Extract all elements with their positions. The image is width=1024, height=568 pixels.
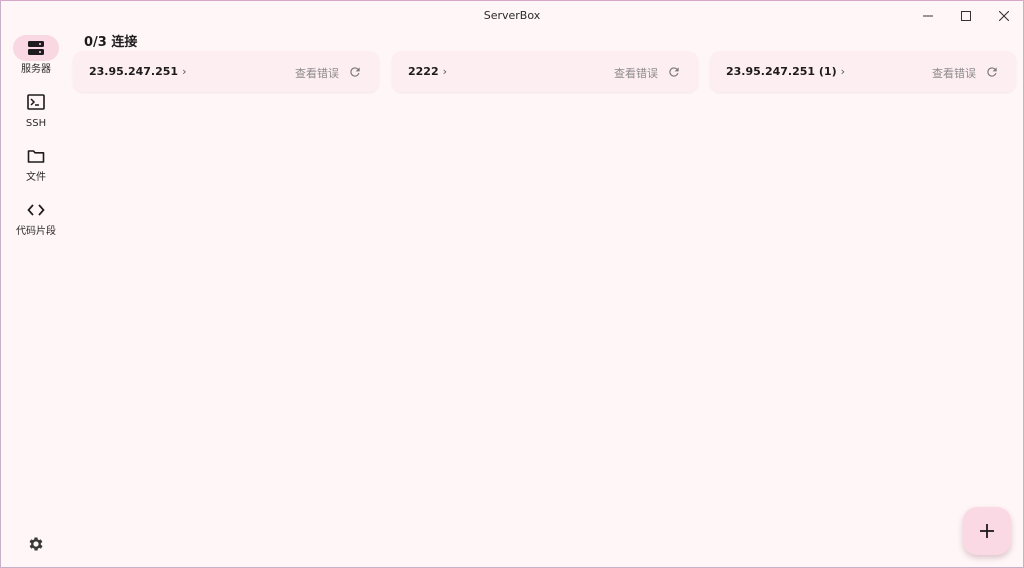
refresh-button[interactable] — [666, 64, 682, 80]
close-button[interactable] — [985, 1, 1023, 31]
refresh-icon — [987, 67, 997, 77]
server-name-link[interactable]: 23.95.247.251 › — [89, 65, 186, 78]
chevron-right-icon: › — [840, 65, 846, 78]
chevron-right-icon: › — [442, 65, 448, 78]
nav-label-servers: 服务器 — [21, 64, 51, 75]
maximize-icon — [961, 11, 971, 21]
server-card[interactable]: 23.95.247.251 (1) › 查看错误 — [710, 51, 1016, 92]
view-error-link[interactable]: 查看错误 — [295, 65, 339, 81]
refresh-icon — [350, 67, 360, 77]
folder-icon — [13, 143, 59, 169]
gear-icon — [29, 537, 43, 551]
code-icon — [13, 197, 59, 223]
settings-button[interactable] — [23, 531, 49, 557]
plus-icon — [980, 524, 994, 538]
nav-label-files: 文件 — [26, 172, 46, 183]
nav-item-servers[interactable]: 服务器 — [1, 35, 71, 85]
refresh-button[interactable] — [347, 64, 363, 80]
nav-item-snippets[interactable]: 代码片段 — [1, 197, 71, 247]
add-server-button[interactable] — [963, 507, 1011, 555]
nav-label-snippets: 代码片段 — [16, 226, 56, 237]
chevron-right-icon: › — [182, 65, 187, 78]
navigation-rail: 服务器 SSH 文件 代码片段 — [1, 31, 71, 568]
server-icon — [13, 35, 59, 61]
refresh-icon — [669, 67, 679, 77]
server-card[interactable]: 2222 › 查看错误 — [392, 51, 698, 92]
window-title: ServerBox — [483, 9, 541, 22]
server-name-link[interactable]: 2222 › — [408, 65, 447, 78]
server-card[interactable]: 23.95.247.251 › 查看错误 — [73, 51, 379, 92]
server-name-link[interactable]: 23.95.247.251 (1) › — [726, 65, 845, 78]
view-error-link[interactable]: 查看错误 — [614, 65, 658, 81]
view-error-link[interactable]: 查看错误 — [932, 65, 976, 81]
nav-item-ssh[interactable]: SSH — [1, 89, 71, 139]
minimize-icon — [923, 15, 933, 17]
maximize-button[interactable] — [947, 1, 985, 31]
title-bar: ServerBox — [1, 1, 1023, 31]
terminal-icon — [13, 89, 59, 115]
nav-item-files[interactable]: 文件 — [1, 143, 71, 193]
refresh-button[interactable] — [984, 64, 1000, 80]
close-icon — [999, 11, 1009, 21]
nav-label-ssh: SSH — [25, 118, 47, 129]
app-window: ServerBox 服务器 SSH 文件 代码片段 0/3 连接 23.95.2… — [0, 0, 1024, 568]
minimize-button[interactable] — [909, 1, 947, 31]
connection-count: 0/3 连接 — [84, 35, 138, 50]
